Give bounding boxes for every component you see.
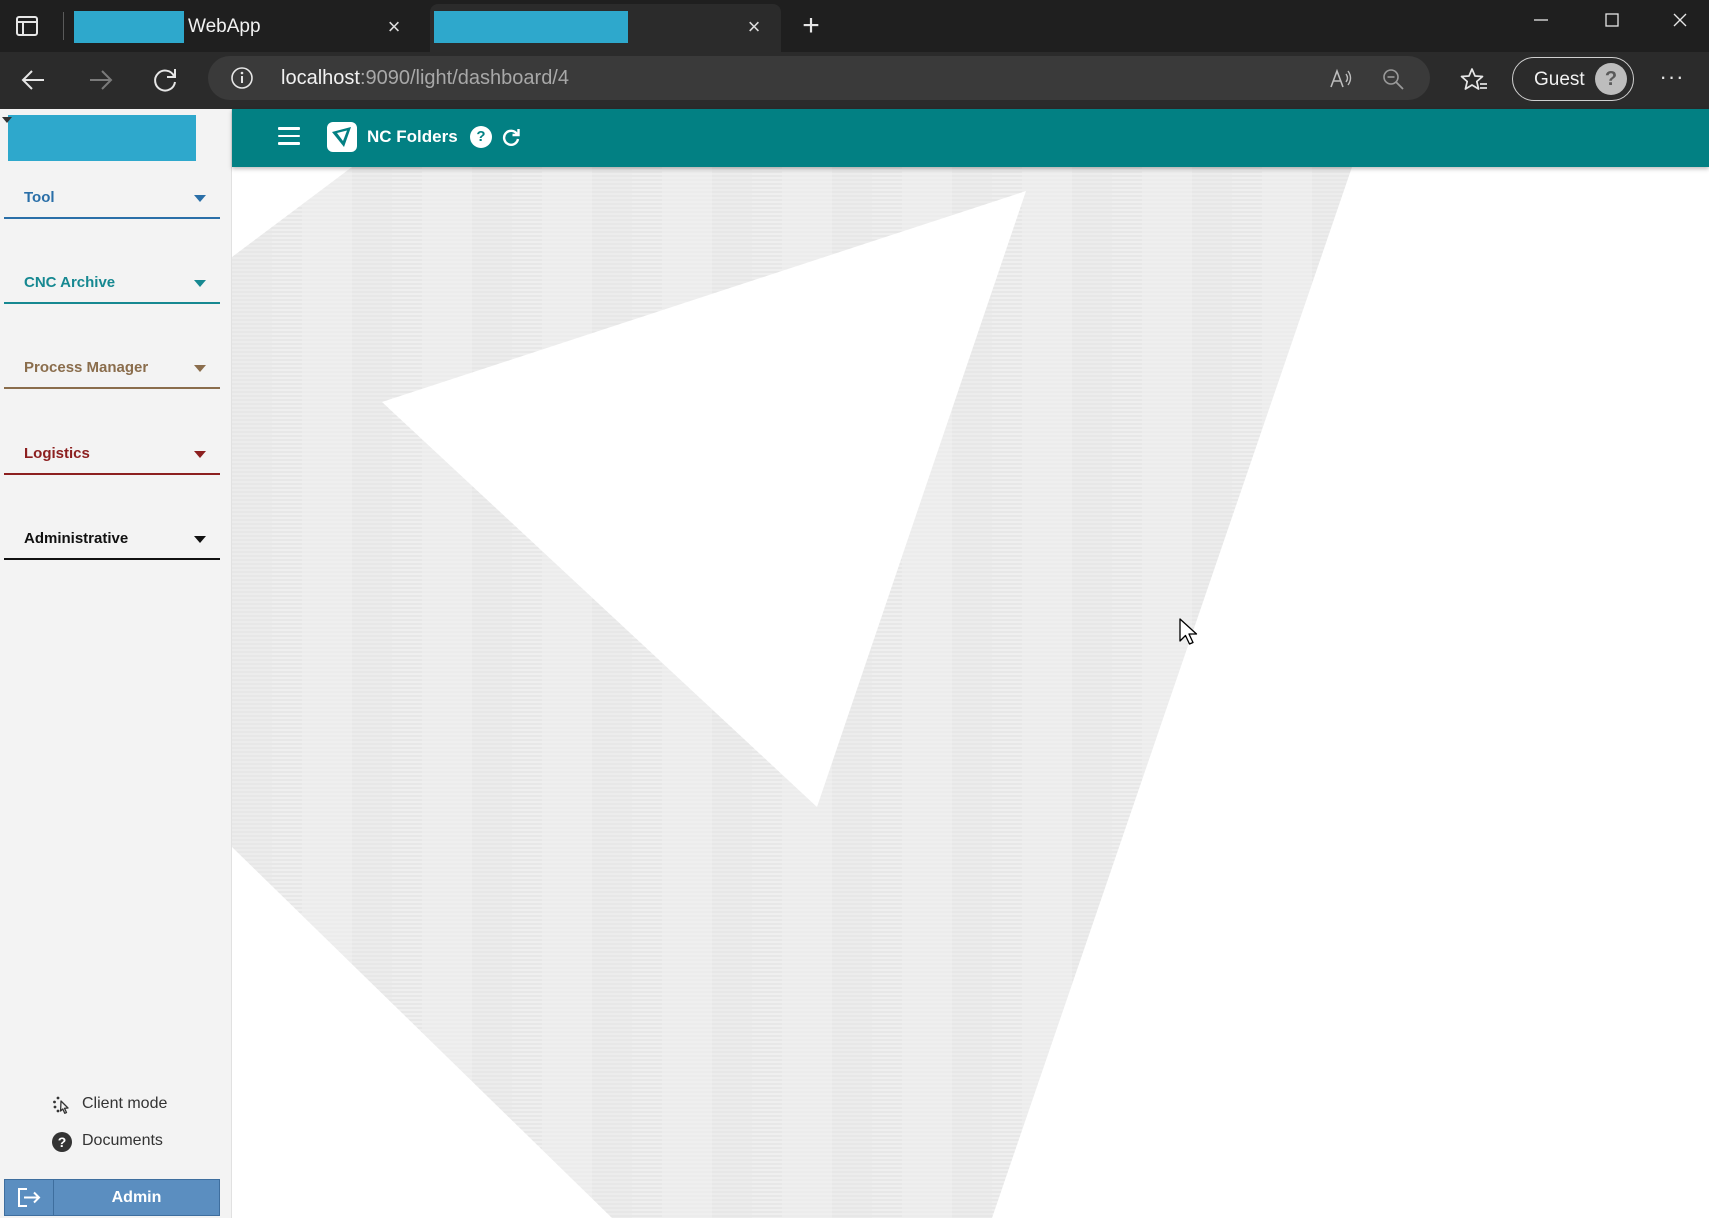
address-bar[interactable]: localhost:9090/light/dashboard/4 (208, 56, 1430, 100)
caret-down-icon (194, 365, 206, 372)
back-button[interactable] (14, 60, 54, 100)
refresh-icon[interactable] (500, 126, 522, 148)
sidebar-item-label: CNC Archive (24, 274, 116, 291)
caret-down-icon (194, 280, 206, 287)
sidebar-item-label: Logistics (24, 445, 90, 462)
brand-watermark-logo (232, 167, 1352, 1218)
new-tab-button[interactable]: + (794, 10, 828, 44)
caret-down-icon (194, 451, 206, 458)
client-mode-icon (53, 1096, 69, 1114)
close-icon[interactable]: × (741, 14, 767, 40)
profile-label: Guest (1534, 69, 1585, 90)
read-aloud-icon[interactable] (1328, 66, 1354, 92)
more-options-button[interactable]: ··· (1654, 62, 1690, 98)
logout-icon (18, 1188, 41, 1207)
maximize-icon (1605, 13, 1619, 27)
url-path: :9090/light/dashboard/4 (359, 67, 569, 89)
browser-toolbar: localhost:9090/light/dashboard/4 Guest ?… (0, 52, 1709, 109)
sidebar-item-logistics[interactable]: Logistics (4, 428, 220, 475)
app-header: NC Folders ? (232, 109, 1709, 167)
tab-favicon-placeholder (434, 11, 628, 43)
minimize-icon (1534, 19, 1548, 21)
zoom-out-icon[interactable] (1380, 66, 1406, 92)
url-text[interactable]: localhost:9090/light/dashboard/4 (281, 67, 569, 90)
browser-titlebar: WebApp × × + (0, 0, 1709, 52)
tab-actions-icon[interactable] (16, 16, 38, 36)
tab-title: WebApp (188, 16, 261, 37)
sidebar: Tool CNC Archive Process Manager Logisti… (0, 109, 232, 1218)
url-host: localhost (281, 67, 360, 89)
close-icon[interactable]: × (381, 14, 407, 40)
tab-separator (63, 12, 64, 40)
forward-button[interactable] (80, 60, 120, 100)
sidebar-item-label: Administrative (24, 530, 129, 547)
sidebar-item-administrative[interactable]: Administrative (4, 513, 220, 560)
reload-icon (154, 69, 176, 92)
caret-down-icon (194, 536, 206, 543)
guest-avatar-icon: ? (1595, 63, 1627, 95)
documents-label: Documents (82, 1132, 163, 1149)
mouse-cursor-icon (1179, 618, 1198, 645)
help-circle-icon: ? (52, 1132, 72, 1152)
dashboard-content (232, 167, 1709, 1218)
client-mode-label: Client mode (82, 1095, 168, 1112)
window-close-button[interactable] (1657, 6, 1703, 40)
user-name-button[interactable]: Admin (54, 1180, 219, 1215)
site-info-icon[interactable] (230, 66, 254, 90)
sidebar-logo-placeholder[interactable] (8, 115, 196, 161)
sidebar-item-label: Process Manager (24, 359, 149, 376)
app-logo-icon (327, 122, 357, 152)
sidebar-item-cnc-archive[interactable]: CNC Archive (4, 257, 220, 304)
help-icon[interactable]: ? (470, 126, 492, 148)
window-minimize-button[interactable] (1518, 6, 1564, 40)
caret-down-icon (194, 195, 206, 202)
hamburger-menu-icon[interactable] (278, 127, 300, 145)
profile-button[interactable]: Guest ? (1512, 57, 1634, 101)
browser-tab-webapp[interactable]: WebApp × (70, 4, 421, 52)
arrow-left-icon (21, 70, 44, 90)
sidebar-item-process-manager[interactable]: Process Manager (4, 342, 220, 389)
favorites-star-icon (1460, 68, 1487, 90)
sidebar-item-label: Tool (24, 189, 55, 206)
user-bar: Admin (4, 1179, 220, 1216)
browser-tab-active[interactable]: × (430, 4, 781, 52)
logout-button[interactable] (5, 1180, 54, 1215)
caret-down-icon (2, 117, 12, 123)
tab-favicon-placeholder (74, 11, 184, 43)
window-maximize-button[interactable] (1589, 6, 1635, 40)
page-title: NC Folders (367, 127, 458, 146)
sidebar-item-tool[interactable]: Tool (4, 172, 220, 219)
favorites-button[interactable] (1454, 60, 1494, 100)
reload-button[interactable] (145, 60, 185, 100)
arrow-right-icon (90, 70, 113, 90)
close-icon (1673, 13, 1687, 27)
